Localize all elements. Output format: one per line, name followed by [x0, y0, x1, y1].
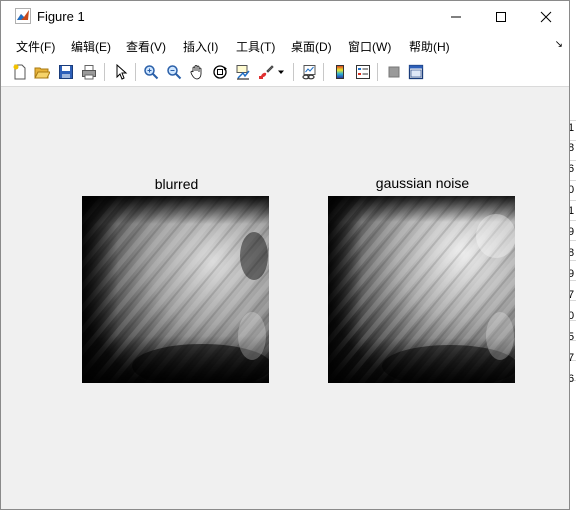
legend-button[interactable]	[353, 62, 373, 82]
new-figure-button[interactable]	[10, 62, 30, 82]
pointer-button[interactable]	[111, 62, 131, 82]
save-button[interactable]	[56, 62, 76, 82]
close-icon	[540, 11, 552, 22]
zoom-in-icon	[144, 65, 159, 80]
menu-view[interactable]: 查看(V)	[126, 38, 166, 55]
print-icon	[82, 65, 96, 80]
menu-help[interactable]: 帮助(H)	[409, 38, 450, 55]
pan-button[interactable]	[187, 62, 207, 82]
minimize-icon	[451, 16, 461, 17]
axes-title-blurred: blurred	[154, 176, 199, 192]
show-plot-tools-icon	[408, 64, 424, 80]
gaussian-noise-image[interactable]	[328, 196, 515, 383]
close-button[interactable]	[523, 1, 569, 32]
new-figure-icon	[13, 64, 26, 80]
pointer-icon	[116, 64, 128, 80]
minimize-button[interactable]	[433, 1, 479, 32]
link-plot-icon	[302, 65, 316, 80]
menu-window[interactable]: 窗口(W)	[348, 38, 391, 55]
rotate-3d-button[interactable]	[210, 62, 230, 82]
colorbar-button[interactable]	[330, 62, 350, 82]
link-plot-button[interactable]	[299, 62, 319, 82]
maximize-icon	[496, 11, 506, 22]
open-file-icon	[34, 67, 50, 79]
brush-icon	[259, 65, 274, 79]
figure-toolbar	[1, 58, 569, 87]
zoom-in-button[interactable]	[141, 62, 161, 82]
legend-icon	[356, 65, 370, 79]
colorbar-icon	[336, 65, 344, 79]
pan-icon	[190, 65, 202, 80]
show-plot-tools-button[interactable]	[406, 62, 426, 82]
zoom-out-button[interactable]	[164, 62, 184, 82]
menu-desktop[interactable]: 桌面(D)	[291, 38, 332, 55]
matlab-icon	[15, 8, 31, 24]
maximize-button[interactable]	[478, 1, 524, 32]
rotate-3d-icon	[213, 65, 227, 79]
menu-overflow-icon[interactable]: ↘	[555, 39, 563, 50]
blurred-image[interactable]	[82, 196, 269, 383]
title-bar[interactable]: Figure 1	[1, 1, 569, 32]
menu-file[interactable]: 文件(F)	[16, 38, 55, 55]
data-cursor-icon	[236, 65, 250, 80]
zoom-out-icon	[167, 65, 182, 80]
brush-dropdown-button[interactable]	[275, 62, 287, 82]
menu-insert[interactable]: 插入(I)	[183, 38, 218, 55]
menu-tools[interactable]: 工具(T)	[236, 38, 275, 55]
open-file-button[interactable]	[32, 62, 52, 82]
data-cursor-button[interactable]	[233, 62, 253, 82]
axes-title-gaussian-noise: gaussian noise	[375, 175, 470, 191]
figure-canvas[interactable]: blurred gaussian noise	[2, 87, 568, 508]
figure-window: Figure 1 文件(F) 编辑(E) 查看(V) 插入(I) 工具(T) 桌…	[0, 0, 570, 510]
brush-button[interactable]	[256, 62, 276, 82]
menu-edit[interactable]: 编辑(E)	[71, 38, 111, 55]
print-button[interactable]	[79, 62, 99, 82]
window-title: Figure 1	[37, 9, 85, 24]
brush-dropdown-icon	[278, 70, 284, 74]
hide-plot-tools-icon	[388, 66, 400, 78]
hide-plot-tools-button[interactable]	[384, 62, 404, 82]
menu-bar: 文件(F) 编辑(E) 查看(V) 插入(I) 工具(T) 桌面(D) 窗口(W…	[1, 32, 569, 58]
save-icon	[59, 65, 73, 79]
